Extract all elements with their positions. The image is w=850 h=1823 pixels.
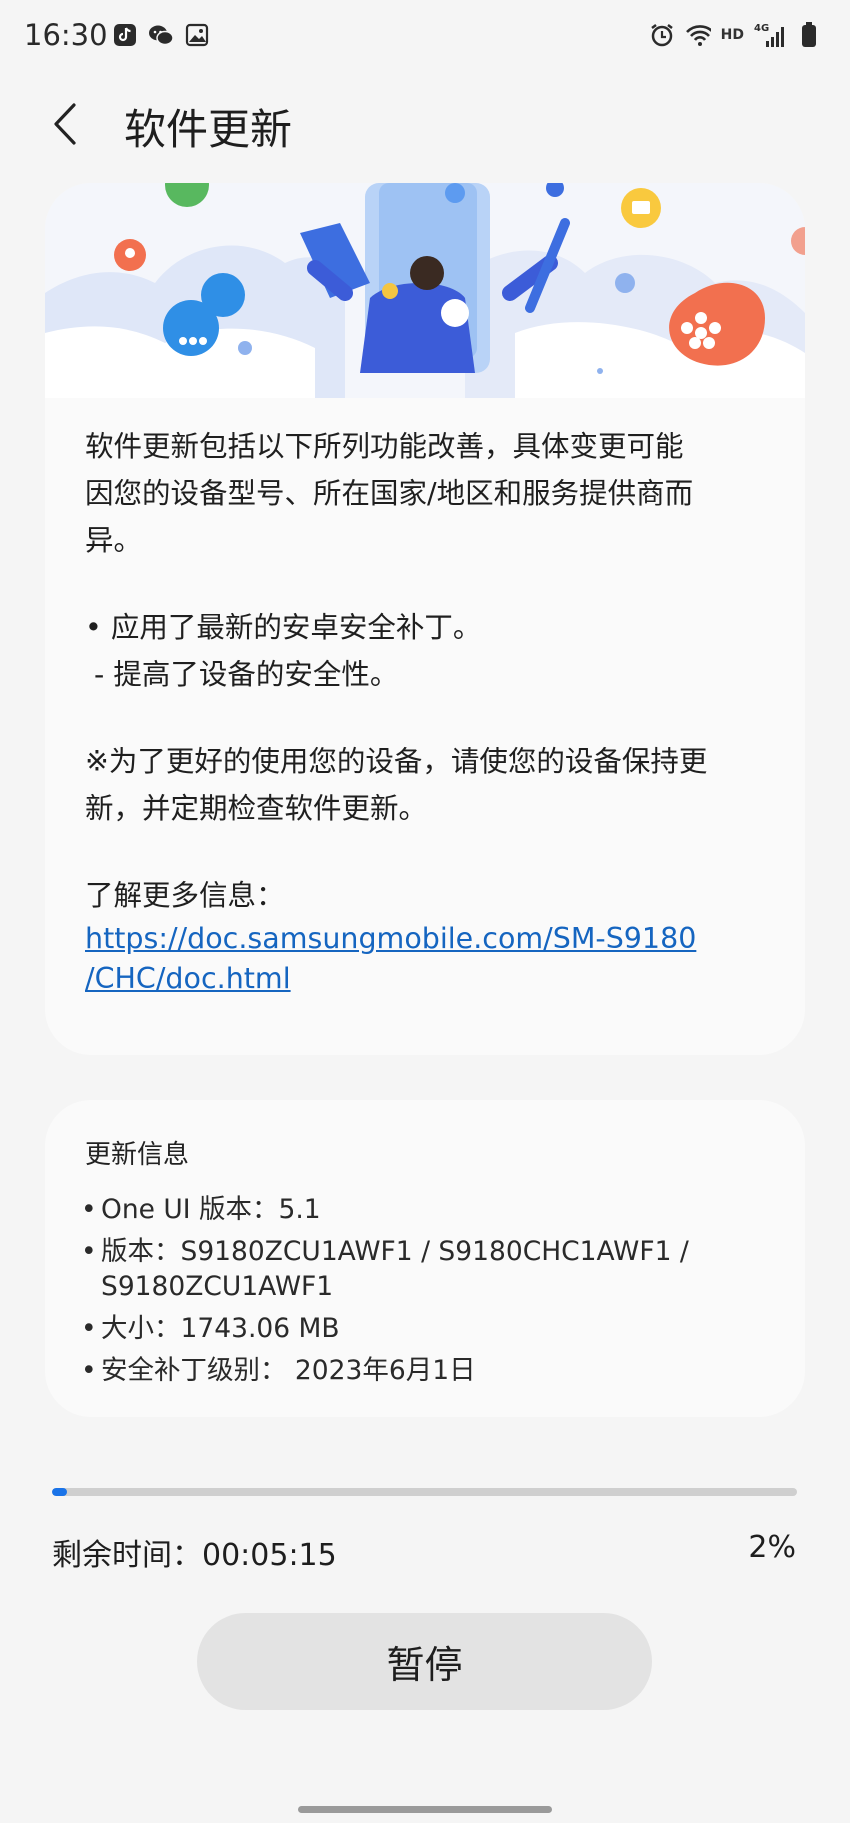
progress-percent-label: 2% [748, 1530, 796, 1565]
app-header: 软件更新 [0, 86, 850, 166]
chevron-left-icon [54, 103, 76, 145]
hd-indicator: HD [720, 27, 744, 43]
status-bar: 16:30 HD 4G [0, 0, 850, 76]
wechat-icon [148, 22, 174, 48]
gallery-icon [184, 22, 210, 48]
link-line-2: /CHC/doc.html [85, 962, 291, 995]
note-text-line-2: 新，并定期检查软件更新。 [85, 792, 428, 825]
intro-text-line-3: 异。 [85, 524, 143, 557]
pause-button[interactable]: 暂停 [197, 1613, 652, 1710]
more-info-label: 了解更多信息： [85, 879, 285, 912]
info-item-size: • 大小：1743.06 MB [81, 1313, 340, 1344]
battery-icon [796, 22, 822, 48]
note-text-line-1: ※为了更好的使用您的设备，请使您的设备保持更 [85, 745, 708, 778]
link-line-1: https://doc.samsungmobile.com/SM-S9180 [85, 922, 697, 955]
update-info-title: 更新信息 [85, 1140, 190, 1170]
tiktok-icon [112, 22, 138, 48]
download-progress-bar [52, 1488, 797, 1496]
remaining-time-label: 剩余时间：00:05:15 [52, 1538, 337, 1573]
info-item-one-ui-version: • One UI 版本：5.1 [81, 1194, 321, 1225]
status-time: 16:30 [24, 18, 108, 52]
change-sub-bullet: - 提高了设备的安全性。 [85, 658, 399, 691]
info-item-security-patch: • 安全补丁级别： 2023年6月1日 [81, 1355, 476, 1386]
page-title: 软件更新 [124, 105, 293, 154]
wifi-icon [685, 22, 711, 48]
release-notes-card: 软件更新包括以下所列功能改善，具体变更可能 因您的设备型号、所在国家/地区和服务… [45, 183, 805, 1055]
svg-text:4G: 4G [754, 23, 769, 34]
update-info-card: 更新信息 • One UI 版本：5.1 • 版本：S9180ZCU1AWF1 / … [45, 1100, 805, 1417]
alarm-icon [649, 22, 675, 48]
intro-text-line-2: 因您的设备型号、所在国家/地区和服务提供商而 [85, 477, 694, 510]
intro-text-line-1: 软件更新包括以下所列功能改善，具体变更可能 [85, 430, 684, 463]
download-progress-fill [52, 1488, 67, 1496]
home-indicator[interactable] [298, 1806, 552, 1813]
update-banner-illustration [45, 183, 805, 398]
info-item-build-version: • 版本：S9180ZCU1AWF1 / S9180CHC1AWF1 / S918… [81, 1236, 689, 1302]
back-button[interactable] [40, 94, 90, 154]
signal-icon: 4G [754, 22, 786, 48]
update-info-list: • One UI 版本：5.1 • 版本：S9180ZCU1AWF1 / S9180… [81, 1192, 781, 1395]
change-bullet: • 应用了最新的安卓安全补丁。 [85, 611, 482, 644]
release-notes-link[interactable]: https://doc.samsungmobile.com/SM-S9180 /… [85, 919, 775, 999]
